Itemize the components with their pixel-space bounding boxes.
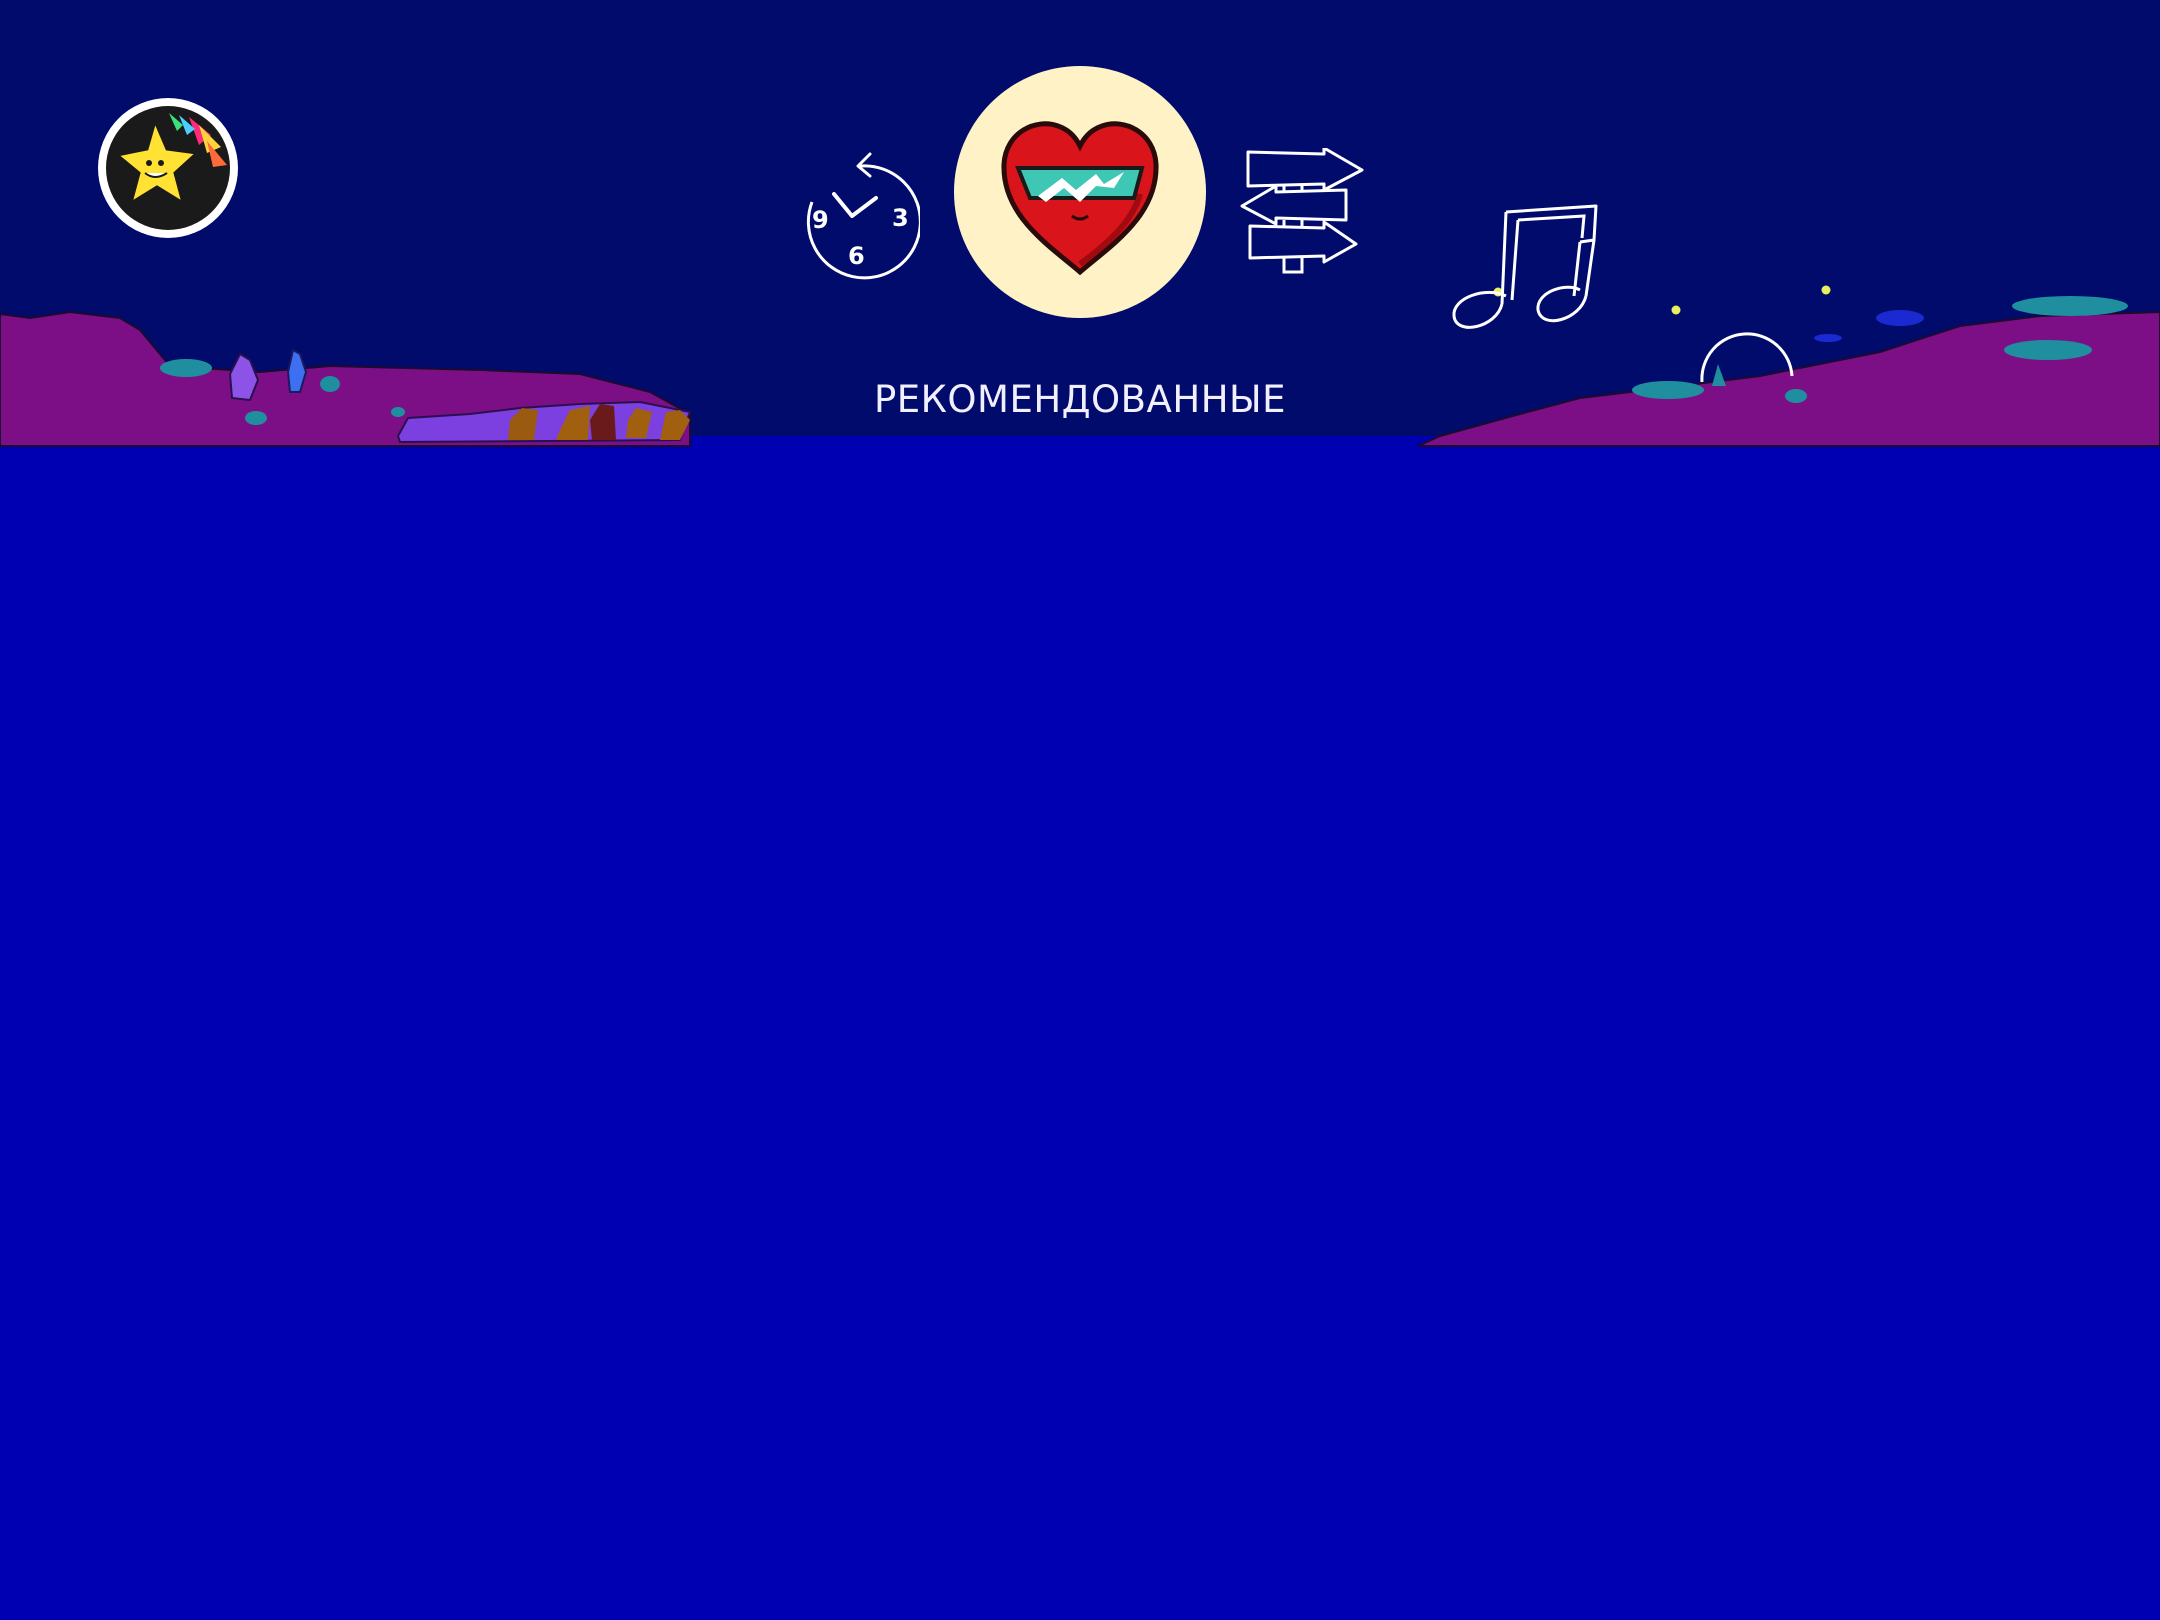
profile-avatar-button[interactable] bbox=[95, 95, 241, 241]
nav-favorites-button[interactable] bbox=[954, 66, 1206, 318]
nav-history-button[interactable]: 9 3 6 bbox=[790, 142, 922, 282]
heart-sunglasses-icon bbox=[954, 66, 1206, 318]
content-area bbox=[0, 436, 2160, 1620]
section-title: РЕКОМЕНДОВАННЫЕ bbox=[873, 378, 1287, 421]
app-screen: 9 3 6 РЕКОМЕНДОВАННЫЕ bbox=[0, 0, 2160, 1620]
clock-number-6: 6 bbox=[848, 242, 865, 270]
star-avatar-icon bbox=[98, 98, 238, 238]
nav-directions-button[interactable] bbox=[1238, 146, 1368, 278]
clock-number-3: 3 bbox=[892, 204, 909, 232]
music-notes-icon bbox=[1452, 204, 1598, 329]
clock-history-icon: 9 3 6 bbox=[806, 152, 922, 280]
nav-music-button[interactable] bbox=[1446, 200, 1606, 340]
clock-number-9: 9 bbox=[812, 206, 829, 234]
signpost-arrows-icon bbox=[1240, 146, 1364, 274]
